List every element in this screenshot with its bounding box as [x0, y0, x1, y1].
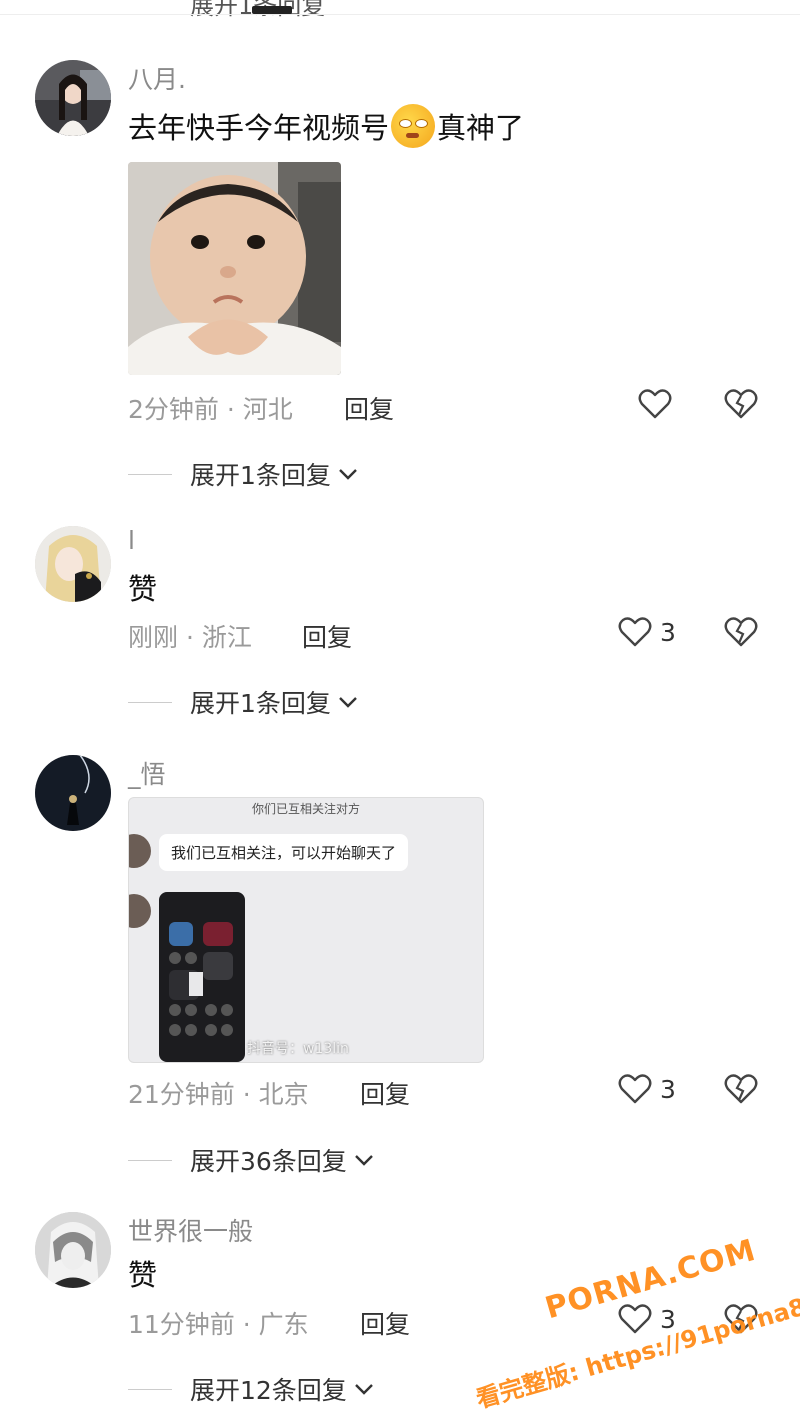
comment-time: 2分钟前: [128, 395, 219, 424]
reply-button[interactable]: 回复: [302, 618, 352, 654]
like-button[interactable]: 3: [618, 616, 676, 648]
chat-header: 你们已互相关注对方: [251, 802, 360, 816]
chat-bubble: 我们已互相关注，可以开始聊天了: [159, 834, 409, 871]
scroll-indicator: [252, 6, 292, 14]
chevron-down-icon: [354, 1155, 373, 1166]
comment-time: 21分钟前: [128, 1080, 235, 1109]
expand-replies-label: 展开1条回复: [190, 461, 331, 490]
reply-button[interactable]: 回复: [344, 390, 394, 426]
comment-location: 广东: [258, 1310, 309, 1339]
divider: [128, 1159, 172, 1161]
comment-time: 刚刚: [128, 623, 179, 652]
divider: [128, 701, 172, 703]
expand-replies[interactable]: 展开1条回复: [128, 456, 359, 492]
heart-outline-icon: [638, 389, 672, 419]
flushed-face-emoji: [391, 104, 436, 148]
comment-image[interactable]: 你们已互相关注对方 我们已互相关注，可以开始聊天了 抖音号：w13lin: [128, 797, 484, 1063]
chevron-down-icon: [339, 697, 357, 708]
dislike-button[interactable]: [724, 1073, 758, 1109]
username[interactable]: l: [128, 526, 135, 555]
chat-avatar: [129, 894, 151, 928]
chevron-down-icon: [339, 469, 357, 480]
comment-image[interactable]: [128, 162, 341, 375]
reply-button[interactable]: 回复: [360, 1305, 410, 1341]
like-count: 3: [660, 617, 676, 647]
divider: [128, 1388, 172, 1390]
comment-meta: 11分钟前 · 广东: [128, 1310, 309, 1339]
expand-replies[interactable]: 展开36条回复: [128, 1142, 375, 1178]
heart-outline-icon: [618, 617, 652, 647]
comment-location: 北京: [258, 1080, 309, 1109]
comment-meta: 2分钟前 · 河北: [128, 395, 293, 424]
expand-replies-label: 展开1条回复: [190, 689, 331, 718]
chat-bubble-text: 我们已互相关注，可以开始聊天了: [171, 844, 397, 862]
like-button[interactable]: 3: [618, 1073, 676, 1105]
username[interactable]: _悟: [128, 755, 166, 791]
broken-heart-icon: [724, 617, 758, 647]
avatar[interactable]: [35, 526, 111, 602]
video-watermark: 抖音号：w13lin: [247, 1041, 349, 1057]
comment-location: 河北: [242, 395, 293, 424]
chat-avatar: [129, 834, 151, 868]
comment-time: 11分钟前: [128, 1310, 235, 1339]
heart-outline-icon: [618, 1074, 652, 1104]
comment-meta: 刚刚 · 浙江: [128, 623, 252, 652]
avatar[interactable]: [35, 1212, 111, 1288]
username[interactable]: 八月.: [128, 60, 186, 96]
comment-text-part: 去年快手今年视频号: [128, 111, 390, 145]
comment-meta: 21分钟前 · 北京: [128, 1080, 309, 1109]
reply-button[interactable]: 回复: [360, 1075, 410, 1111]
username[interactable]: 世界很一般: [128, 1212, 253, 1248]
avatar[interactable]: [35, 60, 111, 136]
dislike-button[interactable]: [724, 616, 758, 652]
comment-text: 去年快手今年视频号 真神了: [128, 104, 524, 148]
divider: [0, 14, 800, 15]
divider: [128, 473, 172, 475]
comment-text-part: 真神了: [437, 111, 525, 145]
comment-text: 赞: [128, 1258, 158, 1292]
chevron-down-icon: [354, 1384, 373, 1395]
phone-screenshot: [159, 892, 245, 1062]
dislike-button[interactable]: [724, 388, 758, 424]
like-count: 3: [660, 1074, 676, 1104]
like-button[interactable]: [638, 388, 680, 420]
expand-replies[interactable]: 展开1条回复: [128, 684, 359, 720]
comment-location: 浙江: [201, 623, 252, 652]
comment-text: 赞: [128, 572, 158, 606]
avatar[interactable]: [35, 755, 111, 831]
expand-replies[interactable]: 展开12条回复: [128, 1371, 375, 1407]
expand-replies-label: 展开36条回复: [190, 1147, 347, 1176]
expand-replies-label: 展开12条回复: [190, 1376, 347, 1405]
broken-heart-icon: [724, 389, 758, 419]
broken-heart-icon: [724, 1074, 758, 1104]
